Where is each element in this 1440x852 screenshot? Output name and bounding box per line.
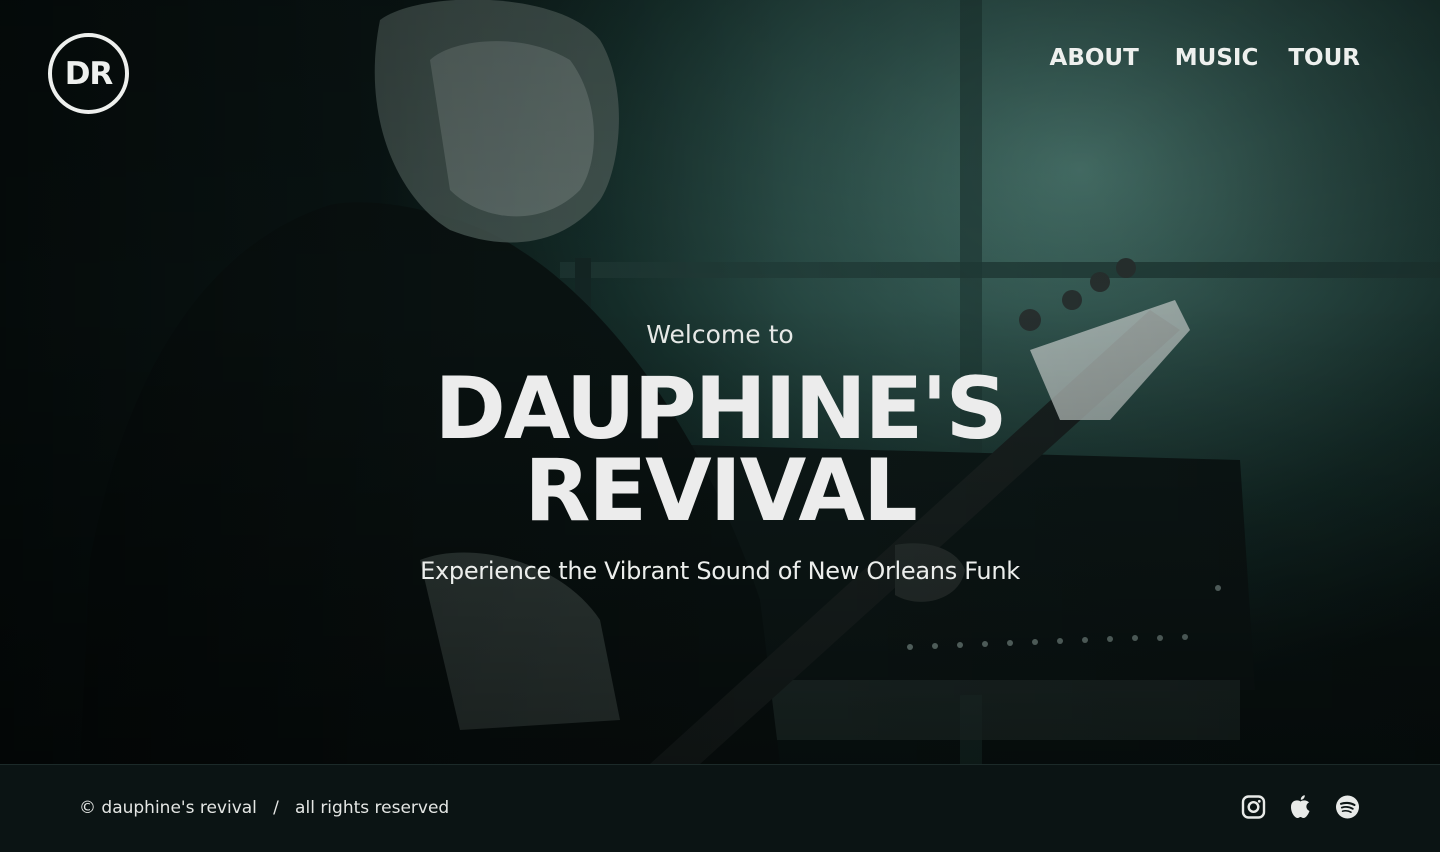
tagline: Experience the Vibrant Sound of New Orle…	[420, 557, 1020, 585]
apple-music-icon	[1291, 795, 1310, 818]
logo[interactable]: DR	[48, 33, 129, 114]
spotify-icon	[1336, 795, 1359, 819]
welcome-text: Welcome to	[646, 320, 794, 349]
nav-item-music[interactable]: MUSIC	[1139, 42, 1259, 74]
footer: © dauphine's revival / all rights reserv…	[0, 764, 1440, 852]
spotify-link[interactable]	[1335, 793, 1360, 821]
apple-music-link[interactable]	[1288, 793, 1313, 821]
social-links	[1241, 793, 1360, 821]
instagram-icon	[1241, 795, 1266, 819]
instagram-link[interactable]	[1241, 793, 1266, 821]
main-nav: ABOUT MUSIC TOUR	[1050, 42, 1360, 74]
title-line-1: DAUPHINE'S	[434, 359, 1007, 459]
title-line-2: REVIVAL	[524, 441, 918, 541]
copyright-text: © dauphine's revival / all rights reserv…	[79, 798, 450, 818]
hero-section: DR ABOUT MUSIC TOUR Welcome to DAUPHINE'…	[0, 0, 1440, 764]
logo-text: DR	[64, 55, 114, 92]
page-title: DAUPHINE'S REVIVAL	[0, 359, 1440, 541]
nav-item-tour[interactable]: TOUR	[1258, 42, 1360, 74]
hero-text: Welcome to DAUPHINE'S REVIVAL Experience…	[0, 318, 1440, 588]
nav-item-about[interactable]: ABOUT	[1050, 42, 1139, 74]
